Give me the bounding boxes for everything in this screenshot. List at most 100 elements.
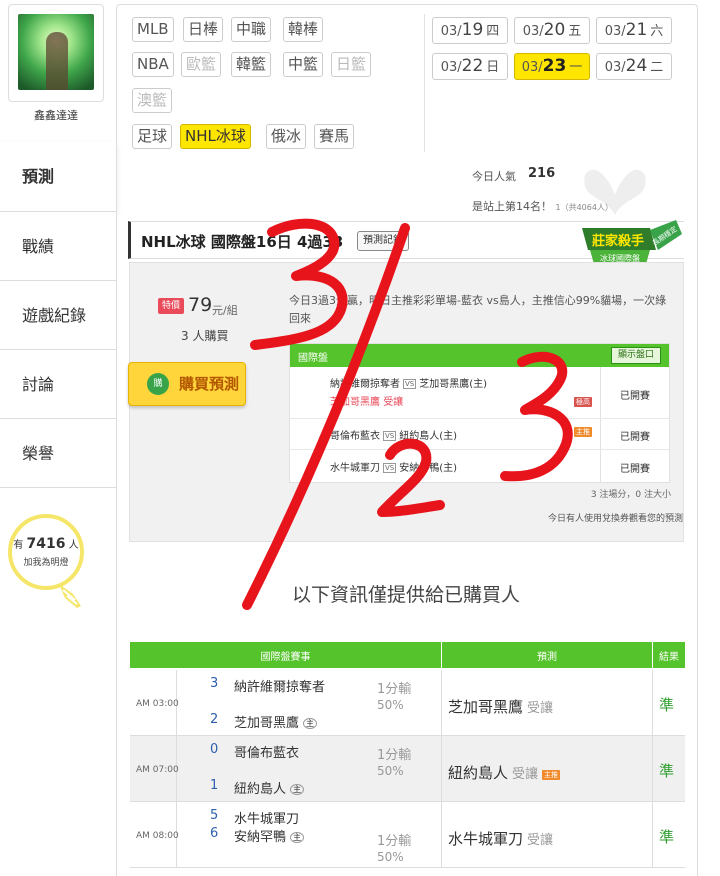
sidebar-item-record[interactable]: 戰績 [0, 212, 116, 281]
game-status: 已開賽 [620, 391, 650, 402]
sport-tag[interactable]: NHL冰球 [180, 124, 251, 149]
buyer-count: 3 人購買 [181, 329, 229, 343]
game-pick: 芝加哥黑鷹 受讓 [330, 397, 404, 408]
handicap-line: 1分輸 [377, 748, 412, 763]
game-teams: 納許維爾掠奪者 VS 芝加哥黑鷹(主) [330, 379, 488, 390]
prediction-pick: 芝加哥黑鷹 受讓 [448, 698, 554, 716]
sidebar: 鑫鑫達達 預測 戰績 遊戲紀錄 討論 榮譽 有 7416 人 加我為明燈 [0, 0, 116, 876]
date-button[interactable]: 03/23 一 [514, 53, 590, 80]
buyers-only-notice: 以下資訊僅提供給已購買人 [291, 584, 520, 606]
avatar[interactable] [8, 4, 104, 102]
sport-tag[interactable]: 澳籃 [132, 88, 173, 113]
game-time: AM 08:00 [136, 831, 179, 841]
handicap-percent: 50% [377, 764, 404, 778]
buy-button-label: 購買預測 [179, 375, 240, 393]
date-button[interactable]: 03/22 日 [432, 53, 508, 80]
rank-text: 是站上第14名！ 1（共4064人） [472, 200, 613, 213]
game-teams: 哥倫布藍衣 VS 紐約島人(主) [330, 431, 458, 442]
sidebar-item-honor[interactable]: 榮譽 [0, 419, 116, 488]
date-button[interactable]: 03/20 五 [514, 17, 590, 44]
results-row: AM 03:00 3 納許維爾掠奪者 2 芝加哥黑鷹主 1分輸 50% 芝加哥黑鷹 受讓 準 [130, 670, 685, 736]
prediction-pick: 水牛城軍刀 受讓 [448, 830, 554, 848]
price-unit: 元/組 [212, 304, 238, 317]
sport-tag[interactable]: NBA [132, 52, 174, 77]
handicap-percent: 50% [377, 850, 404, 864]
sidebar-item-game-history[interactable]: 遊戲紀錄 [0, 281, 116, 350]
sport-tag[interactable]: 賽馬 [314, 124, 355, 149]
away-team: 納許維爾掠奪者 [234, 680, 326, 695]
date-button[interactable]: 03/24 二 [596, 53, 672, 80]
game-row: 水牛城軍刀 VS 安納罕鴨(主) 已開賽 [290, 450, 669, 483]
follow-label: 加我為明燈 [23, 558, 69, 568]
special-price-tag: 特價 [158, 298, 184, 314]
divider [424, 14, 425, 152]
username: 鑫鑫達達 [34, 109, 78, 122]
sport-tag[interactable]: 中籃 [283, 52, 324, 77]
results-table-header: 國際盤賽事 預測 結果 [130, 642, 685, 668]
butterfly-icon [584, 169, 646, 215]
away-team: 水牛城軍刀 [234, 812, 300, 827]
sidebar-item-discuss[interactable]: 討論 [0, 350, 116, 419]
results-row: AM 08:00 5 水牛城軍刀 6 安納罕鴨主 1分輸 50% 水牛城軍刀 受讓 準 [130, 802, 685, 868]
home-marker: 主 [290, 832, 305, 843]
follow-bulb[interactable]: 有 7416 人 加我為明燈 [8, 514, 84, 590]
sport-tag[interactable]: 日籃 [331, 52, 372, 77]
handicap-line: 1分輸 [377, 834, 412, 849]
game-list-title: 國際盤 [298, 353, 328, 364]
sport-tag[interactable]: 俄冰 [266, 124, 307, 149]
results-row: AM 07:00 0 哥倫布藍衣 1 紐約島人主 1分輸 50% 紐約島人 受讓 主推 準 [130, 736, 685, 802]
sport-tag[interactable]: 中職 [231, 17, 272, 42]
home-score: 6 [210, 826, 219, 841]
coupon-notice: 今日有人使用兌換券觀看您的預測 [547, 514, 683, 524]
game-time: AM 07:00 [136, 765, 179, 775]
buy-icon: 購 [147, 373, 169, 395]
avatar-image [18, 14, 94, 90]
home-score: 2 [210, 712, 219, 727]
home-score: 1 [210, 778, 219, 793]
away-score: 3 [210, 676, 219, 691]
price-value: 79 [188, 294, 213, 316]
sport-tag[interactable]: 歐籃 [181, 52, 222, 77]
date-button[interactable]: 03/19 四 [432, 17, 508, 44]
game-list: 國際盤 顯示盤口 納許維爾掠奪者 VS 芝加哥黑鷹(主) 芝加哥黑鷹 受讓 極高 已… [289, 343, 670, 483]
home-team: 紐約島人主 [234, 778, 305, 797]
sport-tag[interactable]: MLB [132, 17, 174, 42]
prediction-pick: 紐約島人 受讓 主推 [448, 764, 561, 782]
prediction-panel: 特價 79 元/組 3 人購買 購 購買預測 今日3過3全贏，明日主推彩彩單場-… [128, 262, 684, 542]
show-odds-button[interactable]: 顯示盤口 [610, 347, 661, 364]
prediction-record-button[interactable]: 預測記錄 [357, 231, 409, 251]
away-team: 哥倫布藍衣 [234, 746, 300, 761]
home-team: 芝加哥黑鷹主 [234, 712, 318, 731]
result-mark: 準 [659, 696, 675, 714]
home-marker: 主 [290, 784, 305, 795]
sport-tag[interactable]: 韓棒 [283, 17, 324, 42]
home-team: 安納罕鴨主 [234, 826, 305, 845]
page-title: NHL冰球 國際盤16日 4過33 [141, 233, 344, 251]
game-row: 納許維爾掠奪者 VS 芝加哥黑鷹(主) 芝加哥黑鷹 受讓 極高 已開賽 [290, 367, 669, 419]
bookmaker-killer-badge: 莊家殺手 冰球國際盤 長期穩定 [582, 220, 682, 264]
column-header-games: 國際盤賽事 [260, 652, 311, 663]
game-row: 哥倫布藍衣 VS 紐約島人(主) 主推 已開賽 [290, 419, 669, 450]
column-header-result: 結果 [659, 652, 679, 663]
handicap-line: 1分輸 [377, 682, 412, 697]
sport-tag[interactable]: 日棒 [183, 17, 224, 42]
bet-summary: 3 注場分，0 注大小 [590, 490, 671, 500]
away-score: 0 [210, 742, 219, 757]
sport-tag[interactable]: 韓籃 [231, 52, 272, 77]
buy-prediction-button[interactable]: 購 購買預測 [128, 362, 246, 406]
game-status: 已開賽 [620, 464, 650, 475]
column-header-prediction: 預測 [537, 652, 557, 663]
sport-tag[interactable]: 足球 [132, 124, 173, 149]
prediction-description: 今日3過3全贏，明日主推彩彩單場-藍衣 vs島人，主推信心99%貓場，一次綠回來 [289, 294, 667, 325]
sidebar-item-predict[interactable]: 預測 [0, 142, 116, 212]
date-button[interactable]: 03/21 六 [596, 17, 672, 44]
game-list-header: 國際盤 顯示盤口 [290, 344, 669, 367]
home-marker: 主 [303, 718, 318, 729]
result-mark: 準 [659, 762, 675, 780]
featured-tag: 主推 [542, 770, 561, 780]
featured-tag: 主推 [574, 427, 592, 437]
game-time: AM 03:00 [136, 699, 179, 709]
popularity-label: 今日人氣 [472, 170, 516, 183]
confidence-tag: 極高 [574, 397, 592, 407]
result-mark: 準 [659, 828, 675, 846]
